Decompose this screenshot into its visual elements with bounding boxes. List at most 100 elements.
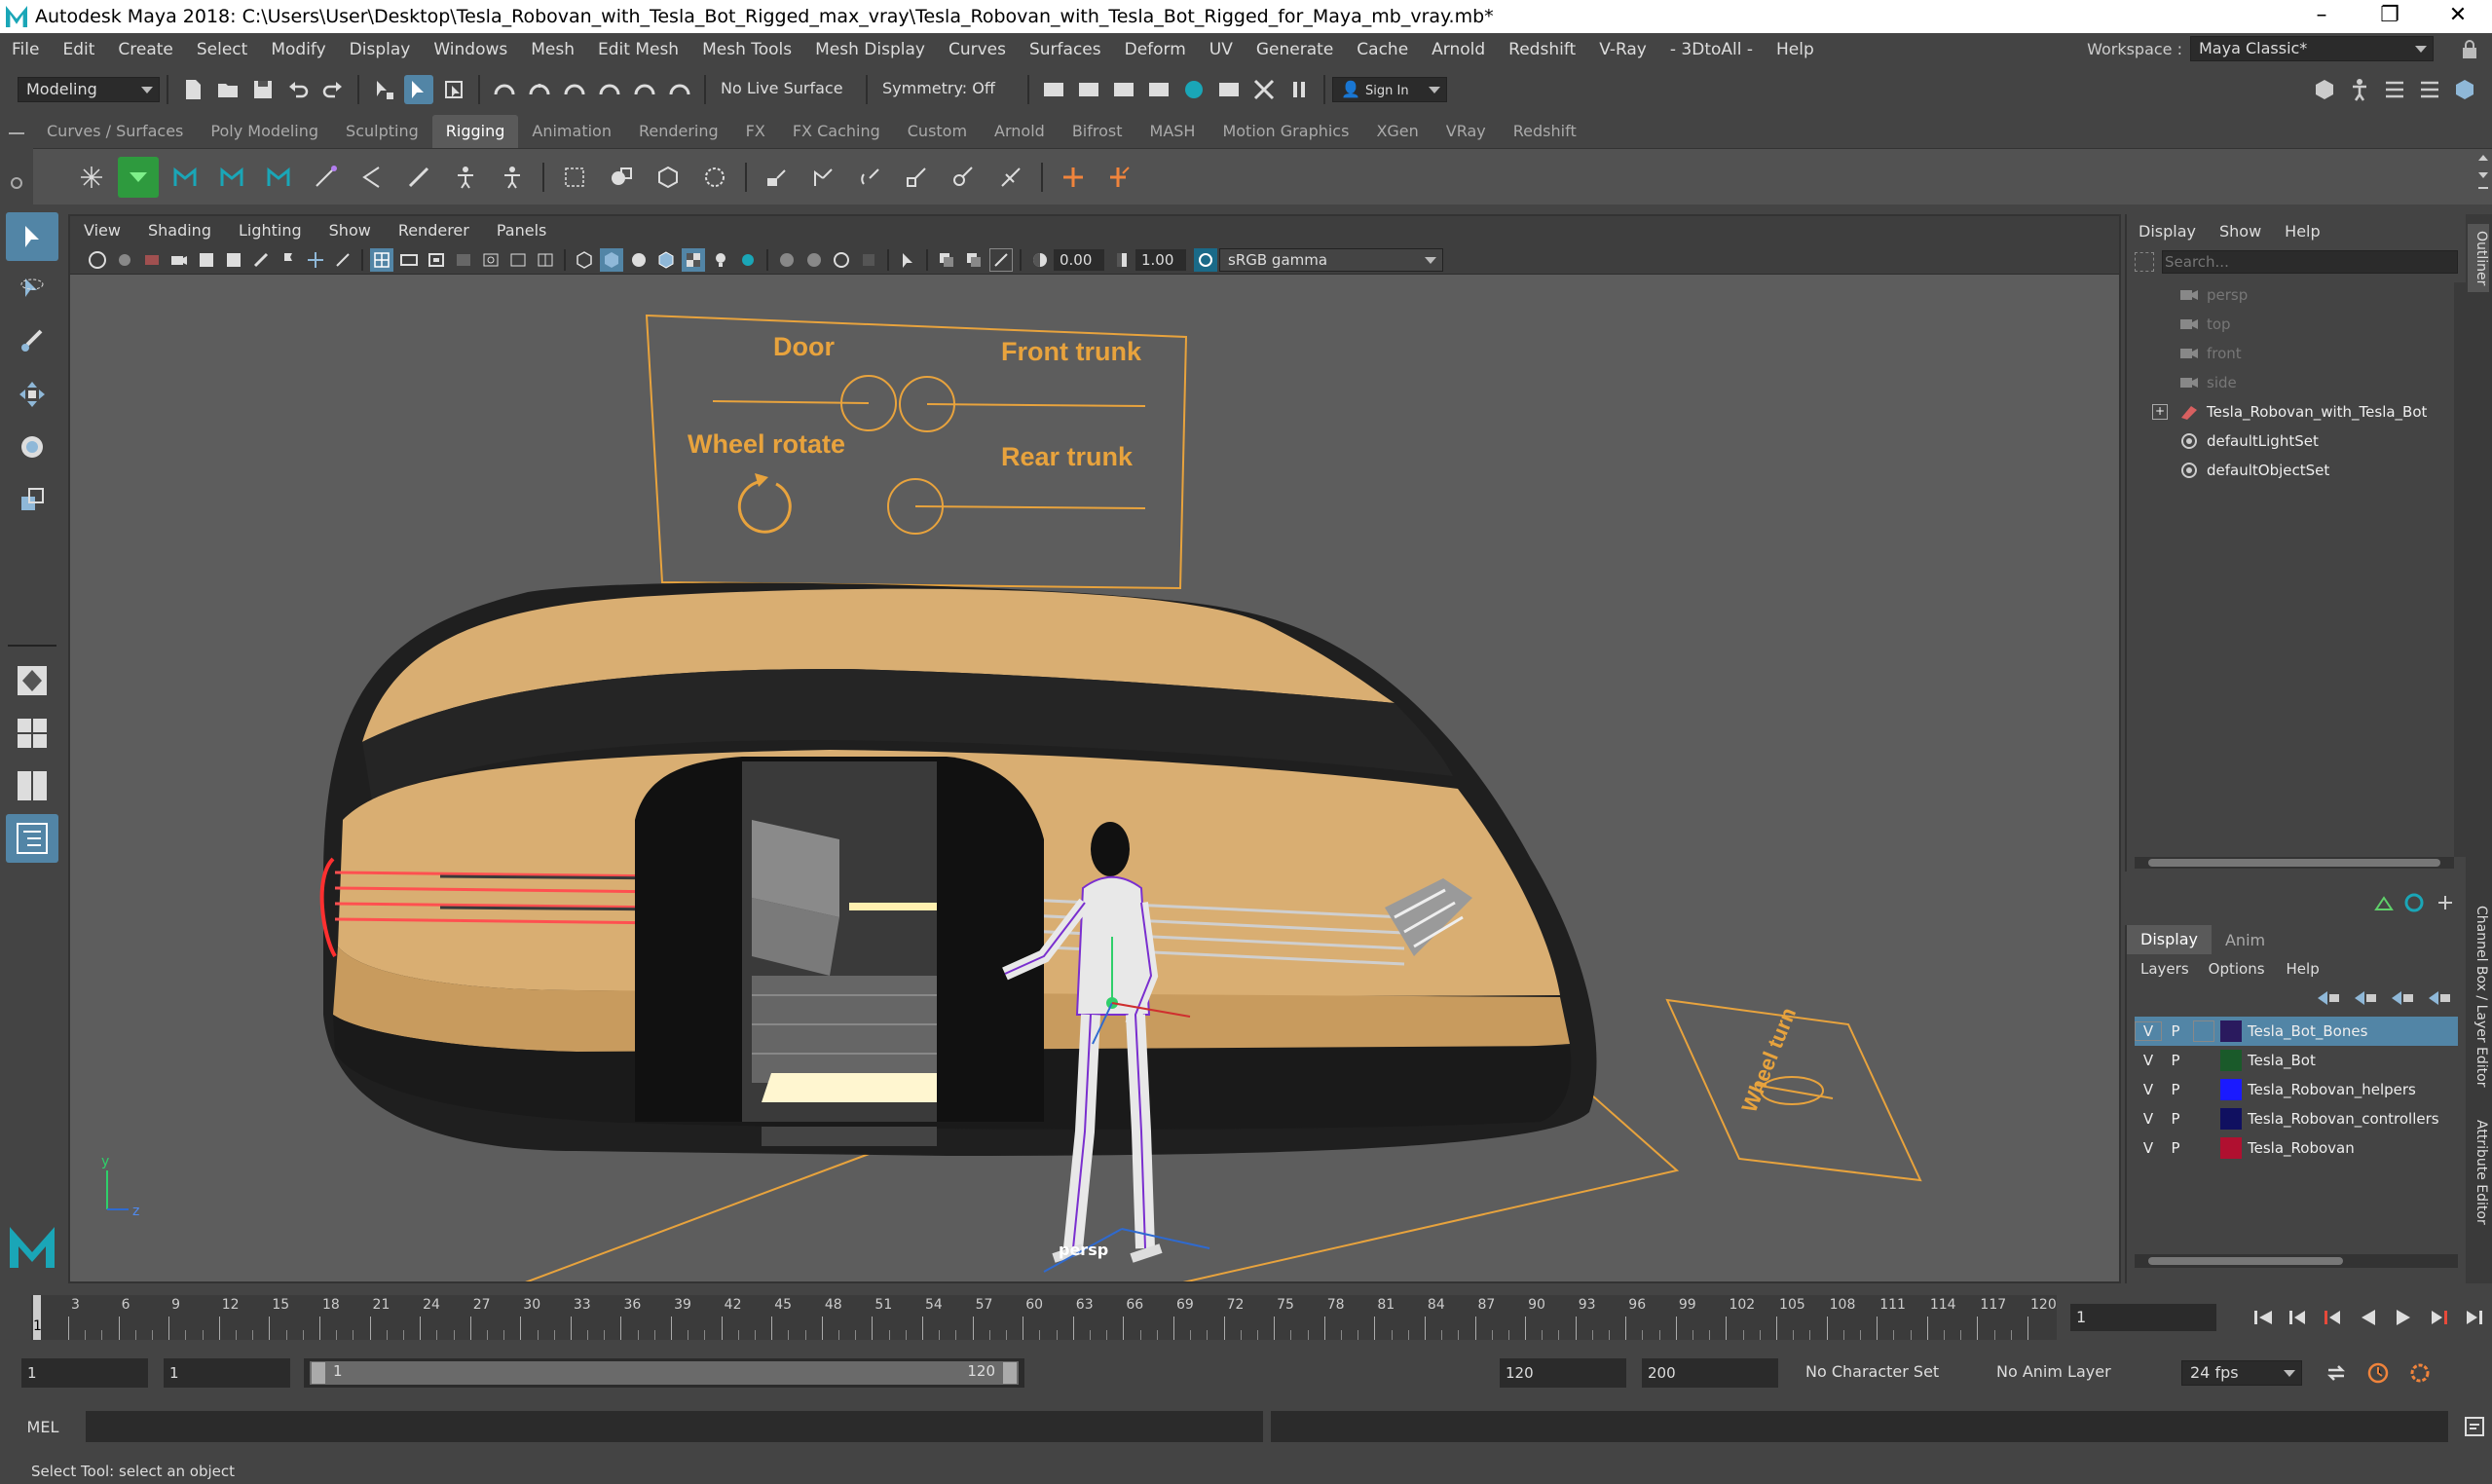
tesla-robovan-model[interactable]	[319, 582, 1597, 1156]
move-tool[interactable]	[6, 370, 58, 419]
layer-type-toggle[interactable]	[2193, 1137, 2214, 1159]
layer-visibility-toggle[interactable]: V	[2135, 1052, 2162, 1069]
menu-display[interactable]: Display	[338, 33, 423, 66]
menu-cache[interactable]: Cache	[1345, 33, 1420, 66]
menu-windows[interactable]: Windows	[422, 33, 519, 66]
safe-title-icon[interactable]	[534, 248, 557, 272]
two-d-pan-zoom-icon[interactable]	[222, 248, 245, 272]
tab-fx[interactable]: FX	[732, 115, 779, 148]
shelf-scroll[interactable]	[2474, 149, 2492, 205]
range-start-handle[interactable]	[312, 1362, 325, 1384]
outliner-menu-help[interactable]: Help	[2273, 222, 2331, 241]
snap-curve-icon[interactable]	[525, 75, 554, 104]
render-current-frame-icon[interactable]	[1039, 75, 1068, 104]
animation-start-field[interactable]: 1	[21, 1358, 148, 1388]
snap-grid-icon[interactable]	[490, 75, 519, 104]
exposure-field[interactable]: 0.00	[1054, 248, 1104, 271]
menu-create[interactable]: Create	[106, 33, 185, 66]
tab-bifrost[interactable]: Bifrost	[1059, 115, 1136, 148]
skeleton-generator-icon[interactable]	[258, 157, 299, 198]
layer-type-toggle[interactable]	[2193, 1020, 2214, 1042]
new-scene-icon[interactable]	[178, 75, 207, 104]
move-layer-down-icon[interactable]	[2353, 989, 2378, 1011]
xray-icon[interactable]	[935, 248, 958, 272]
current-frame-field[interactable]: 1	[2070, 1304, 2216, 1331]
layer-tab-display[interactable]: Display	[2127, 925, 2212, 954]
camera-pivot-icon[interactable]	[304, 248, 327, 272]
layer-visibility-toggle[interactable]: V	[2135, 1081, 2162, 1098]
gate-mask-icon[interactable]	[452, 248, 475, 272]
tab-rendering[interactable]: Rendering	[625, 115, 732, 148]
select-hierarchy-icon[interactable]	[369, 75, 398, 104]
animation-preferences-icon[interactable]	[2405, 1358, 2435, 1388]
outliner-item-side[interactable]: side	[2179, 368, 2466, 397]
tab-rigging[interactable]: Rigging	[431, 115, 519, 148]
symmetry-dropdown[interactable]: Symmetry: Off	[874, 77, 1021, 102]
layer-color-swatch[interactable]	[2220, 1050, 2242, 1071]
outliner-vertical-scrollbar[interactable]	[2454, 282, 2466, 857]
perspective-viewport[interactable]: View Shading Lighting Show Renderer Pane…	[68, 214, 2121, 1283]
control-panel-board[interactable]: Door Front trunk Wheel rotate Rear trunk	[645, 314, 1188, 590]
character-set-dropdown[interactable]: No Character Set	[1798, 1360, 1979, 1386]
single-perspective-view-icon[interactable]	[6, 656, 58, 705]
range-end-handle[interactable]	[1003, 1362, 1017, 1384]
maximize-button[interactable]: ❐	[2356, 0, 2424, 33]
menu-curves[interactable]: Curves	[937, 33, 1018, 66]
layer-visibility-toggle[interactable]: V	[2135, 1110, 2162, 1128]
attribute-editor-side-tab[interactable]: Attribute Editor	[2468, 1120, 2489, 1256]
xray-joints-toggle-icon[interactable]	[989, 247, 1013, 272]
layer-color-swatch[interactable]	[2220, 1079, 2242, 1100]
bookmarks-icon[interactable]	[167, 248, 191, 272]
outliner-item-default-light-set[interactable]: defaultLightSet	[2179, 427, 2466, 456]
layer-menu-help[interactable]: Help	[2271, 960, 2335, 978]
step-forward-key-icon[interactable]	[2424, 1303, 2453, 1332]
film-gate-icon[interactable]	[397, 248, 421, 272]
layer-playback-toggle[interactable]: P	[2162, 1081, 2189, 1098]
outliner-item-persp[interactable]: persp	[2179, 280, 2466, 310]
select-camera-icon[interactable]	[86, 248, 109, 272]
quick-rig-icon[interactable]	[165, 157, 205, 198]
channel-box-side-tab[interactable]: Channel Box / Layer Editor	[2468, 906, 2489, 1100]
menu-select[interactable]: Select	[185, 33, 259, 66]
tab-fx-caching[interactable]: FX Caching	[779, 115, 894, 148]
select-tool[interactable]	[6, 212, 58, 261]
layer-type-toggle[interactable]	[2193, 1050, 2214, 1071]
redo-icon[interactable]	[318, 75, 348, 104]
human-ik-icon[interactable]	[2345, 75, 2374, 104]
go-to-start-icon[interactable]	[2249, 1303, 2278, 1332]
motion-blur-icon[interactable]	[802, 248, 826, 272]
resolution-gate-icon[interactable]	[425, 248, 448, 272]
menu-deform[interactable]: Deform	[1113, 33, 1198, 66]
gamma-field[interactable]: 1.00	[1135, 248, 1186, 271]
move-pivot-icon[interactable]	[1053, 157, 1094, 198]
lattice-icon[interactable]	[554, 157, 595, 198]
menu-arnold[interactable]: Arnold	[1420, 33, 1497, 66]
outliner-menu-display[interactable]: Display	[2127, 222, 2208, 241]
screen-space-ao-icon[interactable]	[775, 248, 799, 272]
time-slider[interactable]: 1 3 6 9 12 15 18 21 24 27 30 33 36 39 42 45 48 51 54 57 60 6…	[31, 1295, 2057, 1340]
outliner-horizontal-scrollbar[interactable]	[2135, 857, 2454, 869]
two-view-layout-icon[interactable]	[6, 761, 58, 810]
layer-row-tesla-robovan-controllers[interactable]: V P Tesla_Robovan_controllers	[2135, 1104, 2458, 1133]
layer-visibility-toggle[interactable]: V	[2135, 1021, 2162, 1041]
layer-type-toggle[interactable]	[2193, 1079, 2214, 1100]
step-forward-frame-icon[interactable]	[2459, 1303, 2488, 1332]
tab-vray[interactable]: VRay	[1432, 115, 1500, 148]
mode-dropdown[interactable]: Modeling	[18, 77, 160, 102]
menu-vray[interactable]: V-Ray	[1587, 33, 1658, 66]
menu-mesh-display[interactable]: Mesh Display	[803, 33, 937, 66]
layer-color-swatch[interactable]	[2220, 1108, 2242, 1130]
save-scene-icon[interactable]	[248, 75, 278, 104]
create-joints-icon[interactable]	[305, 157, 346, 198]
play-backwards-icon[interactable]	[2354, 1303, 2383, 1332]
menu-file[interactable]: File	[0, 33, 51, 66]
undo-icon[interactable]	[283, 75, 313, 104]
menu-mesh-tools[interactable]: Mesh Tools	[690, 33, 803, 66]
layer-playback-toggle[interactable]: P	[2162, 1022, 2189, 1040]
rotate-tool[interactable]	[6, 423, 58, 471]
layer-type-toggle[interactable]	[2193, 1108, 2214, 1130]
tab-motion-graphics[interactable]: Motion Graphics	[1209, 115, 1362, 148]
tab-sculpting[interactable]: Sculpting	[332, 115, 432, 148]
live-surface-field[interactable]: No Live Surface	[713, 77, 859, 102]
textured-icon[interactable]	[682, 247, 705, 272]
